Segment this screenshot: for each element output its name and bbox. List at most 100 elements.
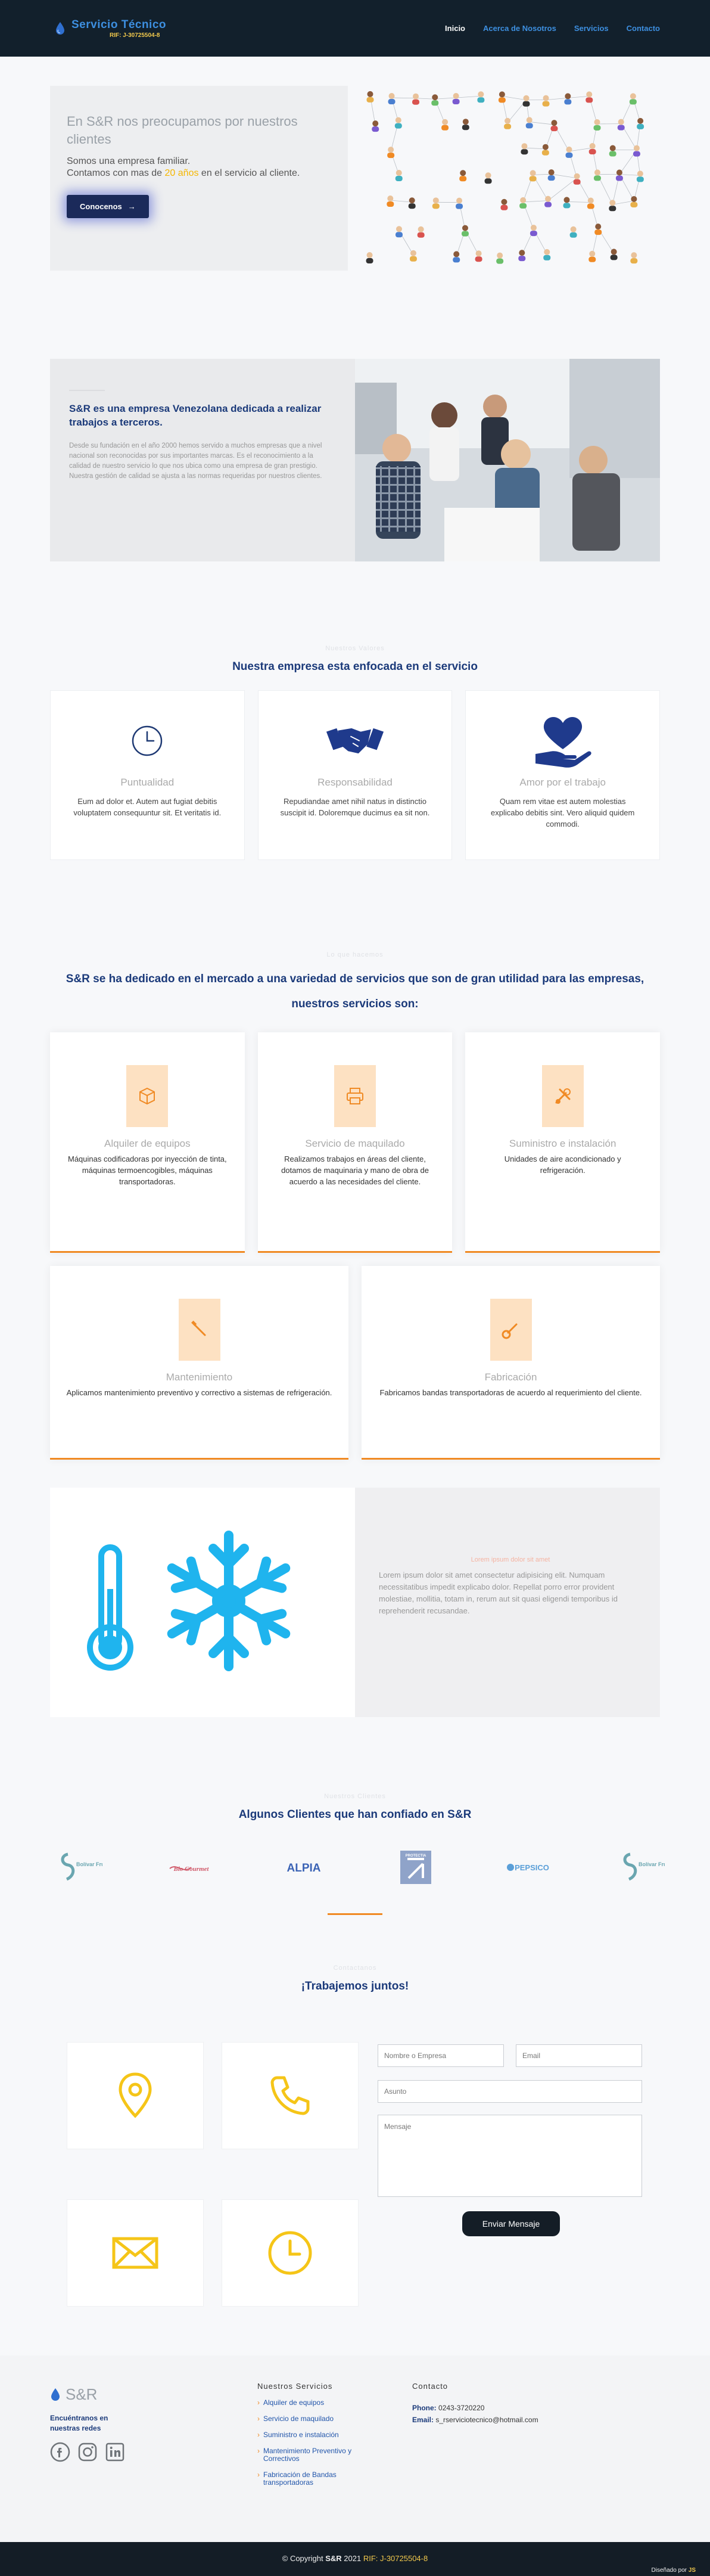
copyright: © Copyright S&R 2021 RIF: J-30725504-8 (0, 2554, 710, 2563)
value-text: Quam rem vitae est autem molestias expli… (490, 797, 635, 828)
svg-text:Bio Gourmet: Bio Gourmet (173, 1866, 209, 1873)
footer-contact-col: Contacto Phone: 0243-3720220 Email: s_rs… (412, 2382, 538, 2424)
footer-link-label: Suministro e instalación (263, 2431, 339, 2439)
about-title: S&R es una empresa Venezolana dedicada a… (69, 390, 336, 429)
client-logo-pepsico: PEPSICO (502, 1849, 555, 1885)
footer-link-label: Fabricación de Bandas transportadoras (263, 2471, 337, 2487)
client-logo-alpia: ALPIA (278, 1849, 330, 1885)
chevron-right-icon: › (257, 2431, 260, 2439)
person-avatar (522, 95, 530, 107)
person-avatar (630, 195, 638, 207)
clients-label: Nuestros Clientes (324, 1793, 386, 1800)
svg-text:PROTECTIA: PROTECTIA (406, 1854, 426, 1858)
message-field[interactable]: Mensaje (378, 2115, 642, 2197)
water-drop-logo-icon (51, 2388, 60, 2401)
network-link (546, 98, 568, 101)
client-logo-bolivar: Bolívar Frutas (52, 1849, 105, 1885)
social-icons (50, 2442, 127, 2462)
location-pin-icon (119, 2072, 152, 2118)
contact-label: Contactanos (333, 1964, 377, 1972)
nav-inicio[interactable]: Inicio (445, 24, 465, 33)
person-avatar (372, 120, 379, 132)
person-avatar (456, 197, 463, 209)
footer-social-text: Encuéntranos en nuestras redes (50, 2414, 108, 2432)
person-avatar (475, 250, 482, 262)
network-link (551, 173, 577, 179)
phone-value[interactable]: 0243-3720220 (438, 2404, 484, 2412)
client-logo-protectia: PROTECTIA (390, 1849, 442, 1885)
footer-link[interactable]: › Suministro e instalación (257, 2431, 370, 2439)
footer-link[interactable]: › Alquiler de equipos (257, 2399, 370, 2407)
brand-rif: RIF: J-30725504-8 (110, 32, 160, 39)
hero-text-2: Contamos con mas de (67, 168, 163, 178)
service-card: Fabricación Fabricamos bandas transporta… (362, 1266, 660, 1460)
values-section: Nuestros Valores Nuestra empresa esta en… (50, 645, 661, 860)
network-link (502, 96, 527, 101)
person-avatar (521, 143, 528, 155)
value-text: Repudiandae amet nihil natus in distinct… (280, 797, 430, 817)
footer-link-label: Alquiler de equipos (263, 2398, 325, 2407)
service-card: Servicio de maquilado Realizamos trabajo… (257, 1032, 453, 1253)
bottom-bar: © Copyright S&R 2021 RIF: J-30725504-8 D… (0, 2542, 710, 2576)
chevron-right-icon: › (257, 2398, 260, 2407)
values-row: Puntualidad Eum ad dolor et. Autem aut f… (50, 690, 661, 860)
nav-contacto[interactable]: Contacto (627, 24, 660, 33)
site-header: Servicio Técnico RIF: J-30725504-8 Inici… (0, 0, 710, 57)
heart-hand-icon (533, 711, 593, 771)
linkedin-icon[interactable] (105, 2442, 125, 2462)
network-link (524, 147, 546, 150)
footer-brand[interactable]: S&R (50, 2385, 127, 2404)
person-avatar (565, 146, 573, 158)
subject-field[interactable]: Asunto (378, 2080, 642, 2103)
email-field[interactable]: Email (516, 2044, 642, 2067)
designed-by-label: Diseñado por (651, 2567, 687, 2574)
tools-icon (541, 1065, 584, 1127)
value-card: Amor por el trabajo Quam rem vitae est a… (465, 690, 661, 860)
value-card: Responsabilidad Repudiandae amet nihil n… (257, 690, 453, 860)
person-avatar (409, 250, 417, 262)
network-link (547, 178, 577, 201)
brand-title: Servicio Técnico (71, 18, 167, 31)
box-icon (126, 1065, 169, 1127)
network-link (416, 98, 435, 100)
designer-name: JS (688, 2567, 696, 2574)
instagram-icon[interactable] (77, 2442, 98, 2462)
location-box (67, 2042, 204, 2149)
person-avatar (530, 225, 537, 237)
person-avatar (586, 91, 593, 103)
brand[interactable]: Servicio Técnico RIF: J-30725504-8 (55, 18, 166, 39)
facebook-icon[interactable] (50, 2442, 70, 2462)
thermometer-snowflake-illustration (50, 1488, 355, 1717)
nav-acerca[interactable]: Acerca de Nosotros (483, 24, 556, 33)
values-label: Nuestros Valores (325, 645, 385, 652)
service-text: Unidades de aire acondicionado y refrige… (504, 1154, 621, 1175)
conocenos-button[interactable]: Conocenos → (67, 195, 149, 218)
chevron-right-icon: › (257, 2414, 260, 2423)
copyright-brand: S&R (325, 2554, 342, 2563)
wrench-icon (490, 1299, 532, 1361)
send-message-button[interactable]: Enviar Mensaje (462, 2211, 560, 2236)
contact-section: Contactanos ¡Trabajemos juntos! Nombre o… (0, 1964, 710, 2307)
nav-servicios[interactable]: Servicios (574, 24, 609, 33)
service-text: Realizamos trabajos en áreas del cliente… (281, 1154, 429, 1186)
person-avatar (504, 117, 512, 129)
email-value[interactable]: s_rserviciotecnico@hotmail.com (435, 2416, 538, 2424)
screwdriver-icon (178, 1299, 220, 1361)
name-field[interactable]: Nombre o Empresa (378, 2044, 504, 2067)
hero-text: Somos una empresa familiar. Contamos con… (67, 156, 331, 179)
service-card: Suministro e instalación Unidades de air… (465, 1032, 661, 1253)
carousel-indicator[interactable] (328, 1913, 382, 1915)
footer-link[interactable]: › Servicio de maquilado (257, 2415, 370, 2423)
footer-link[interactable]: › Fabricación de Bandas transportadoras (257, 2471, 370, 2487)
page: Servicio Técnico RIF: J-30725504-8 Inici… (0, 0, 710, 2576)
footer-link-label: Mantenimiento Preventivo y Correctivos (263, 2447, 352, 2463)
footer-link[interactable]: › Mantenimiento Preventivo y Correctivos (257, 2447, 370, 2463)
arrow-right-icon: → (127, 202, 136, 211)
svg-text:ALPIA: ALPIA (287, 1862, 320, 1874)
service-title: Alquiler de equipos (104, 1138, 191, 1149)
person-avatar (462, 119, 469, 131)
email-box (67, 2199, 204, 2307)
person-avatar (637, 117, 644, 129)
value-title: Responsabilidad (317, 777, 393, 788)
envelope-icon (112, 2237, 158, 2269)
